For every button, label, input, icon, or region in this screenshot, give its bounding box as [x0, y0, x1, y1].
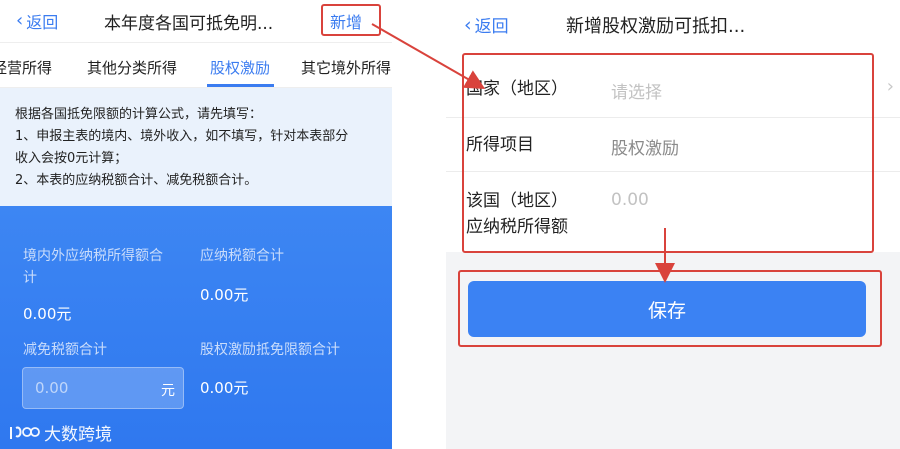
notice-line: 2、本表的应纳税额合计、减免税额合计。 [15, 173, 258, 188]
right-navbar: ‹ 返回 新增股权激励可抵扣... [446, 0, 900, 50]
left-back-label: 返回 [26, 13, 59, 32]
right-back-button[interactable]: ‹ 返回 [464, 12, 509, 38]
equity-limit-total-value: 0.00元 [200, 379, 249, 397]
right-page-title: 新增股权激励可抵扣... [566, 16, 746, 37]
notice-line: 根据各国抵免限额的计算公式，请先填写： [15, 107, 263, 122]
watermark: 大数跨境 [8, 420, 112, 445]
notice-line: 1、申报主表的境内、境外收入，如不填写，针对本表部分 [15, 129, 349, 144]
tax-payable-total-value: 0.00元 [200, 286, 249, 304]
logo-icon [10, 426, 40, 439]
right-back-label: 返回 [474, 17, 509, 37]
taxable-income-total-value: 0.00元 [23, 305, 72, 323]
summary-panel: 境内外应纳税所得额合 计 0.00元 应纳税额合计 0.00元 减免税额合计 0… [0, 206, 392, 449]
left-page-title: 本年度各国可抵免明... [104, 14, 274, 34]
active-tab-indicator [207, 84, 274, 87]
equity-limit-total-label: 股权激励抵免限额合计 [200, 342, 340, 358]
chevron-right-icon: › [886, 76, 894, 97]
label-line: 境内外应纳税所得额合 [23, 248, 163, 264]
tax-payable-total-label: 应纳税额合计 [200, 248, 284, 264]
label-line: 计 [23, 270, 37, 286]
currency-unit: 元 [161, 383, 175, 399]
chevron-left-icon: ‹ [16, 10, 24, 31]
tax-reduction-total-label: 减免税额合计 [23, 342, 107, 358]
notice-line: 收入会按0元计算； [15, 151, 128, 166]
tab-other-classified-income[interactable]: 其他分类所得 [87, 57, 177, 78]
save-button-highlight [458, 270, 882, 347]
calculation-notice: 根据各国抵免限额的计算公式，请先填写： 1、申报主表的境内、境外收入，如不填写，… [0, 88, 392, 206]
tab-business-income[interactable]: 经营所得 [0, 57, 52, 78]
tax-credit-list-screen: ‹ 返回 本年度各国可抵免明... 新增 经营所得 其他分类所得 股权激励 其它… [0, 0, 392, 449]
tab-other-overseas-income[interactable]: 其它境外所得 [301, 57, 391, 78]
add-button-highlight [321, 4, 381, 36]
taxable-income-total-label: 境内外应纳税所得额合 计 [23, 245, 163, 289]
left-back-button[interactable]: ‹ 返回 [16, 8, 58, 34]
income-type-tabs: 经营所得 其他分类所得 股权激励 其它境外所得 [0, 42, 392, 88]
watermark-text: 大数跨境 [44, 425, 112, 445]
tax-reduction-placeholder: 0.00 [35, 379, 69, 397]
tab-equity-incentive[interactable]: 股权激励 [210, 57, 270, 78]
chevron-left-icon: ‹ [464, 13, 472, 36]
form-highlight [462, 53, 874, 253]
tax-reduction-input[interactable]: 0.00 元 [22, 367, 184, 409]
